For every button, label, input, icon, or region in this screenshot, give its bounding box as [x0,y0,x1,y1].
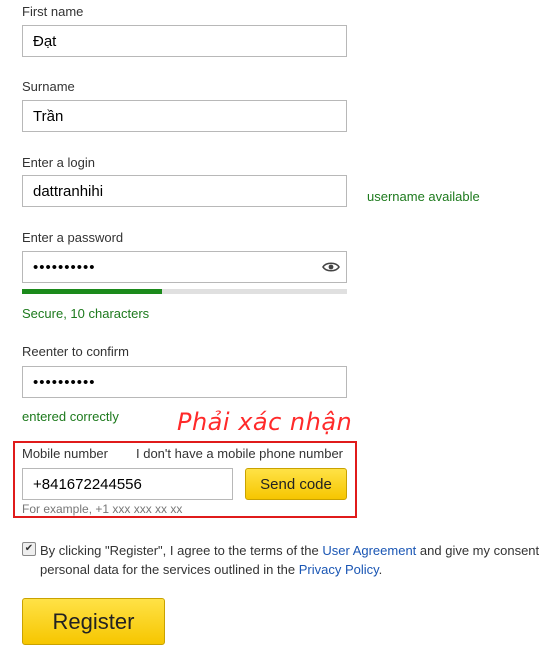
register-button[interactable]: Register [22,598,165,645]
password-strength-bar [22,289,347,294]
annotation-text: Phải xác nhận [177,408,353,436]
password-input[interactable] [22,251,347,283]
login-input[interactable] [22,175,347,207]
confirm-label: Reenter to confirm [22,344,129,359]
eye-icon[interactable] [322,259,340,275]
surname-label: Surname [22,79,75,94]
login-label: Enter a login [22,155,95,170]
agreement-checkbox[interactable]: ✔ [22,542,36,556]
password-label: Enter a password [22,230,124,245]
agreement-text-after: . [378,562,383,577]
agreement-text-before: By clicking "Register", I agree to the t… [40,543,323,558]
password-strength-fill [22,289,162,294]
confirm-password-input[interactable] [22,366,347,398]
privacy-policy-link[interactable]: Privacy Policy [299,562,379,577]
no-phone-link[interactable]: I don't have a mobile phone number [136,446,343,461]
mobile-hint: For example, +1 xxx xxx xx xx [22,502,183,516]
agreement-text: By clicking "Register", I agree to the t… [40,541,543,579]
first-name-label: First name [22,4,84,19]
password-strength-text: Secure, 10 characters [22,306,150,321]
login-status: username available [367,189,480,204]
first-name-input[interactable] [22,25,347,57]
user-agreement-link[interactable]: User Agreement [322,543,416,558]
surname-input[interactable] [22,100,347,132]
confirm-status: entered correctly [22,409,119,424]
send-code-button[interactable]: Send code [245,468,347,500]
mobile-label: Mobile number [22,446,108,461]
mobile-input[interactable] [22,468,233,500]
